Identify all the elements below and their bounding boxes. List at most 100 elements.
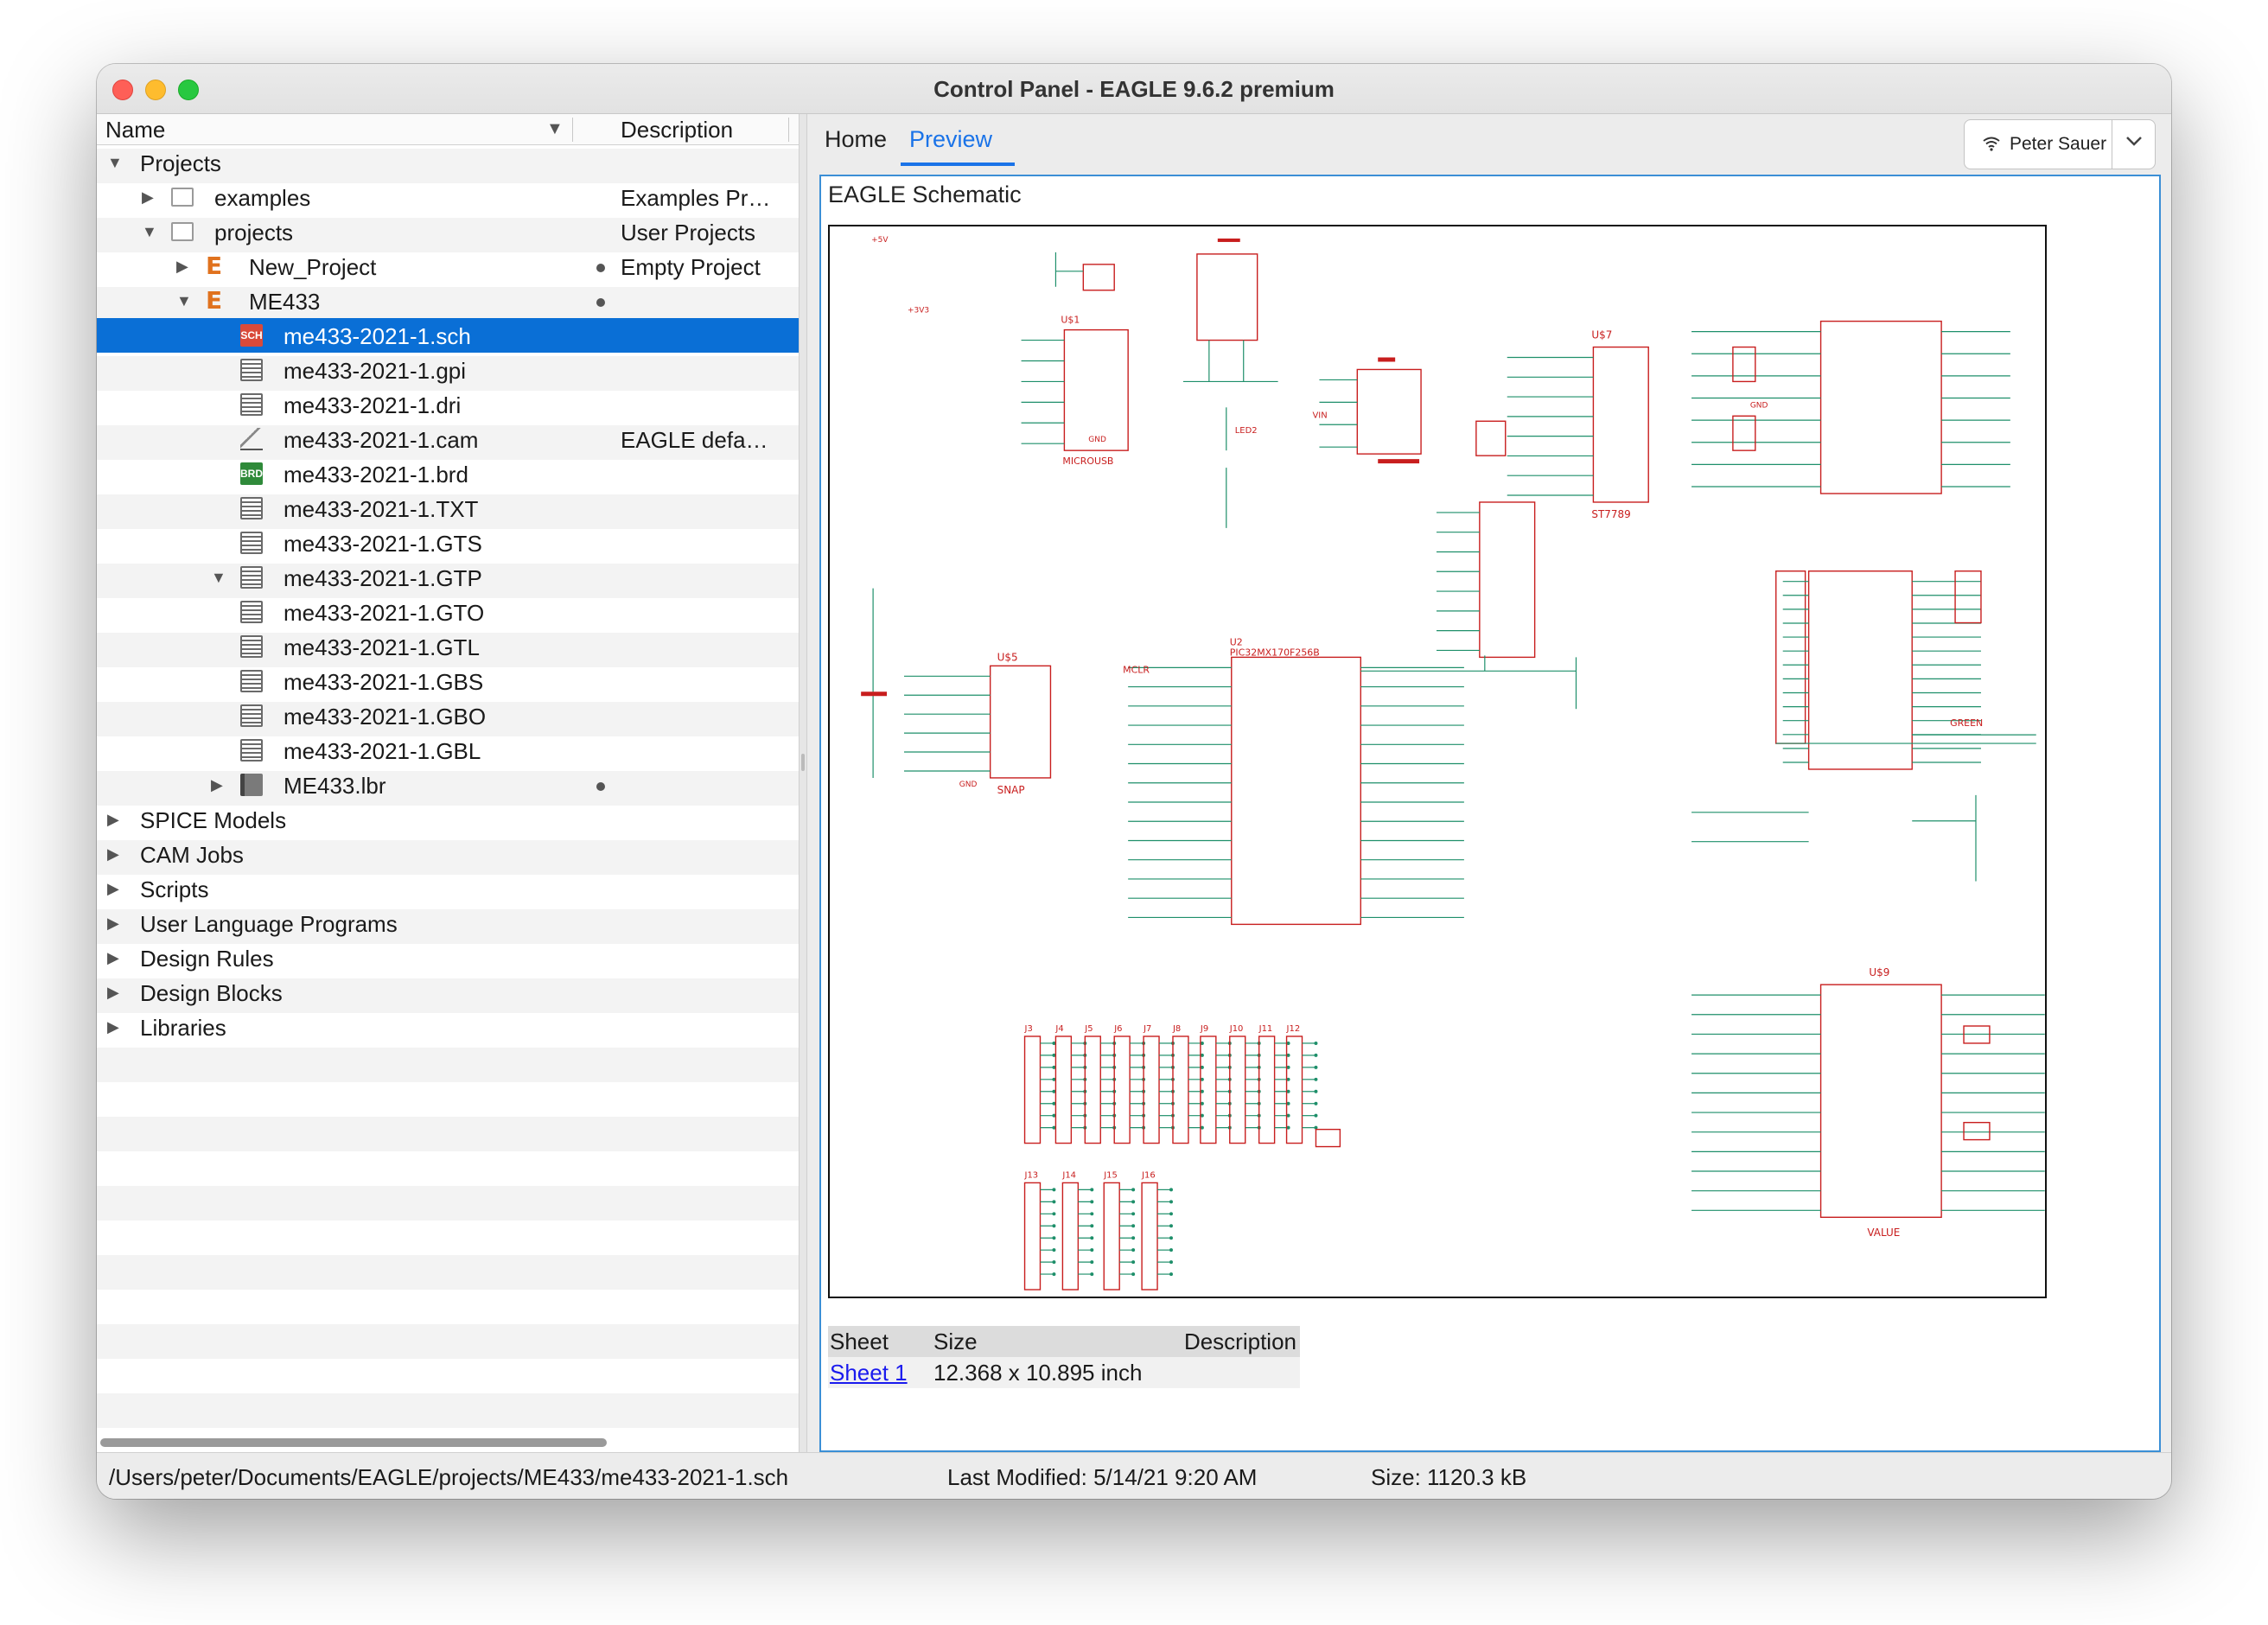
tree-row[interactable]: me433-2021-1.GBL — [97, 733, 799, 768]
table-row: Sheet 1 12.368 x 10.895 inch — [828, 1357, 1300, 1388]
tree-row[interactable]: ▶ Design Blocks — [97, 975, 799, 1010]
tree-row[interactable]: me433-2021-1.GTL — [97, 629, 799, 664]
schematic-junction — [1052, 1200, 1056, 1204]
tree-row[interactable]: ▶ Libraries — [97, 1010, 799, 1044]
tree-row[interactable]: ▼ E ME433 — [97, 284, 799, 318]
disclosure-collapsed-icon[interactable]: ▶ — [107, 984, 123, 1001]
schematic-junction — [1052, 1224, 1056, 1228]
disclosure-collapsed-icon[interactable]: ▶ — [211, 776, 226, 793]
tree-row[interactable]: me433-2021-1.GTS — [97, 526, 799, 560]
schematic-part — [1732, 415, 1756, 451]
column-header-name[interactable]: Name — [105, 117, 165, 143]
column-divider[interactable] — [788, 118, 789, 142]
schematic-part — [1819, 320, 1942, 494]
tree-row[interactable]: me433-2021-1.GTO — [97, 595, 799, 629]
document-icon — [240, 670, 263, 692]
active-dot-icon[interactable] — [596, 264, 605, 272]
disclosure-expanded-icon[interactable]: ▼ — [107, 154, 123, 171]
board-file-icon: BRD — [240, 462, 263, 485]
disclosure-expanded-icon[interactable]: ▼ — [142, 223, 157, 240]
schematic-label: J13 — [1024, 1170, 1039, 1180]
chevron-down-icon[interactable] — [2124, 131, 2144, 157]
cam-file-icon — [240, 428, 263, 450]
active-tab-indicator — [901, 162, 1015, 166]
tree-row[interactable]: me433-2021-1.dri — [97, 387, 799, 422]
tree-row[interactable]: ▼ Projects — [97, 145, 799, 180]
tree-item-label: SPICE Models — [140, 807, 287, 833]
schematic-label: MICROUSB — [1062, 456, 1113, 467]
tree-row[interactable]: BRD me433-2021-1.brd — [97, 456, 799, 491]
schematic-label: MCLR — [1123, 664, 1150, 675]
schematic-junction — [1090, 1272, 1094, 1277]
active-dot-icon[interactable] — [596, 298, 605, 307]
tree-row[interactable]: ▶ examples Examples Pr… — [97, 180, 799, 214]
schematic-file-icon: SCH — [240, 324, 263, 347]
disclosure-collapsed-icon[interactable]: ▶ — [107, 880, 123, 897]
tree-row[interactable]: me433-2021-1.TXT — [97, 491, 799, 526]
document-icon — [240, 739, 263, 762]
tree-row[interactable]: SCH me433-2021-1.sch — [97, 318, 799, 353]
disclosure-collapsed-icon[interactable]: ▶ — [176, 258, 192, 275]
tree-row[interactable]: me433-2021-1.gpi — [97, 353, 799, 387]
tree-row[interactable]: ▶ Scripts — [97, 871, 799, 906]
preview-title: EAGLE Schematic — [828, 182, 1022, 207]
schematic-junction — [1131, 1188, 1136, 1192]
schematic-junction — [1131, 1200, 1136, 1204]
tab-home[interactable]: Home — [825, 126, 887, 153]
disclosure-collapsed-icon[interactable]: ▶ — [107, 1018, 123, 1036]
tree-row[interactable]: ▶ Design Rules — [97, 940, 799, 975]
tree-row[interactable]: ▶ E New_Project Empty Project — [97, 249, 799, 284]
tree-row[interactable]: ▼ me433-2021-1.GTP — [97, 560, 799, 595]
schematic-label: J8 — [1172, 1024, 1181, 1034]
tree-item-label: CAM Jobs — [140, 842, 244, 868]
tree-row[interactable]: ▼ projects User Projects — [97, 214, 799, 249]
eagle-project-icon: E — [206, 252, 223, 280]
tree-row[interactable]: me433-2021-1.cam EAGLE defa… — [97, 422, 799, 456]
schematic-part — [1775, 570, 1806, 744]
schematic-junction — [1314, 1053, 1318, 1057]
schematic-junction — [1052, 1248, 1056, 1252]
sort-descending-icon[interactable]: ▼ — [546, 119, 564, 139]
schematic-part — [1061, 1182, 1080, 1290]
schematic-label: VIN — [1312, 411, 1327, 420]
disclosure-expanded-icon[interactable]: ▼ — [176, 292, 192, 309]
document-icon — [240, 532, 263, 554]
schematic-label: GND — [1088, 436, 1106, 444]
tree-row[interactable]: ▶ SPICE Models — [97, 802, 799, 837]
disclosure-collapsed-icon[interactable]: ▶ — [107, 914, 123, 932]
sheet-1-link[interactable]: Sheet 1 — [830, 1360, 908, 1386]
schematic-label: J7 — [1143, 1024, 1151, 1034]
tree-row[interactable]: ▶ ME433.lbr — [97, 768, 799, 802]
schematic-part — [1082, 264, 1115, 291]
schematic-preview[interactable]: U$1MICROUSBLED2VINU$7ST7789U$5SNAPU2PIC3… — [828, 225, 2047, 1298]
schematic-junction — [1052, 1236, 1056, 1240]
disclosure-collapsed-icon[interactable]: ▶ — [107, 811, 123, 828]
user-account-menu[interactable]: Peter Sauer — [1964, 119, 2156, 169]
schematic-label: J6 — [1113, 1024, 1122, 1034]
column-header-description[interactable]: Description — [621, 117, 733, 143]
disclosure-collapsed-icon[interactable]: ▶ — [142, 188, 157, 206]
schematic-label: J9 — [1200, 1024, 1208, 1034]
disclosure-collapsed-icon[interactable]: ▶ — [107, 949, 123, 966]
tree-row[interactable]: ▶ CAM Jobs — [97, 837, 799, 871]
schematic-junction — [1090, 1200, 1094, 1204]
column-divider[interactable] — [572, 118, 573, 142]
disclosure-collapsed-icon[interactable]: ▶ — [107, 845, 123, 863]
active-dot-icon[interactable] — [596, 782, 605, 791]
schematic-junction — [1314, 1101, 1318, 1106]
tree-item-label: me433-2021-1.gpi — [284, 358, 467, 384]
disclosure-expanded-icon[interactable]: ▼ — [211, 569, 226, 586]
schematic-part — [1103, 1182, 1120, 1290]
tree-item-label: Libraries — [140, 1015, 226, 1041]
tree-row[interactable]: me433-2021-1.GBS — [97, 664, 799, 698]
horizontal-scrollbar[interactable] — [100, 1438, 607, 1447]
splitter-grip-icon[interactable] — [801, 754, 805, 771]
pane-splitter[interactable] — [799, 114, 807, 1452]
schematic-part — [1054, 1036, 1073, 1144]
tab-preview[interactable]: Preview — [909, 126, 992, 153]
tree-row[interactable]: me433-2021-1.GBO — [97, 698, 799, 733]
schematic-label: +3V3 — [908, 307, 929, 315]
sheet-size: 12.368 x 10.895 inch — [933, 1360, 1143, 1386]
tree-row[interactable]: ▶ User Language Programs — [97, 906, 799, 940]
schematic-label: J12 — [1286, 1024, 1301, 1034]
